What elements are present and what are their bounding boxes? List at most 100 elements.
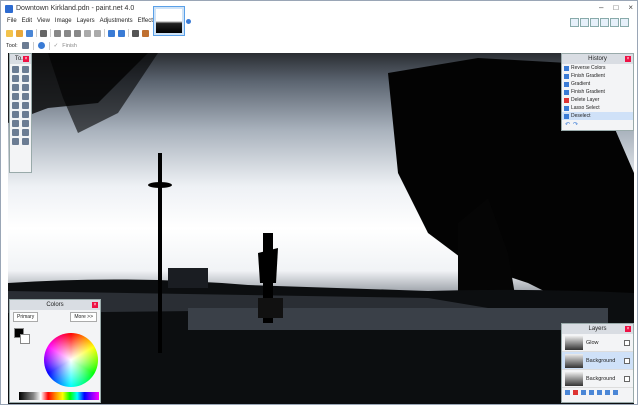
history-panel-title: History — [588, 56, 607, 62]
menu-view[interactable]: View — [37, 18, 50, 24]
layers-close-icon[interactable]: × — [625, 326, 631, 332]
move-selection-icon[interactable] — [21, 75, 29, 82]
undo-icon[interactable] — [108, 29, 115, 37]
color-picker-icon[interactable] — [12, 120, 19, 127]
pencil-icon[interactable] — [21, 111, 29, 118]
magic-wand-icon[interactable] — [12, 93, 19, 100]
colors-toggle-icon[interactable] — [600, 18, 609, 27]
help-icon[interactable] — [620, 18, 629, 27]
secondary-color-swatch[interactable] — [20, 334, 30, 344]
shapes-tool-icon[interactable] — [21, 138, 29, 145]
more-colors-button[interactable]: More >> — [70, 312, 97, 322]
color-palette[interactable] — [19, 392, 99, 400]
menu-edit[interactable]: Edit — [22, 18, 32, 24]
photo-illustration — [8, 53, 634, 404]
eraser-icon[interactable] — [12, 111, 19, 118]
colors-panel: Colors × Primary More >> — [9, 299, 101, 403]
colors-controls: Primary More >> — [10, 310, 100, 324]
redo-history-icon[interactable]: ↷ — [573, 121, 578, 128]
move-tool-icon[interactable] — [21, 66, 29, 73]
color-mode-select[interactable]: Primary — [13, 312, 39, 322]
print-icon[interactable] — [40, 29, 47, 37]
zoom-tool-icon[interactable] — [12, 84, 19, 91]
layers-toggle-icon[interactable] — [590, 18, 599, 27]
recolor-icon[interactable] — [12, 129, 19, 136]
close-icon[interactable]: × — [628, 3, 633, 12]
tools-panel-close-icon[interactable]: × — [23, 56, 29, 62]
menu-image[interactable]: Image — [55, 18, 72, 24]
crop-icon[interactable] — [84, 29, 91, 37]
history-item-selected[interactable]: Deselect — [562, 112, 633, 120]
layer-row[interactable]: Background — [562, 370, 633, 388]
grid-icon[interactable] — [132, 29, 139, 37]
layer-properties-icon[interactable] — [613, 390, 618, 395]
menu-file[interactable]: File — [7, 18, 17, 24]
minimize-icon[interactable]: – — [599, 3, 603, 12]
history-close-icon[interactable]: × — [625, 56, 631, 62]
tab-close-icon[interactable] — [186, 19, 191, 24]
menu-layers[interactable]: Layers — [77, 18, 95, 24]
deselect-icon[interactable] — [94, 29, 101, 37]
layer-row[interactable]: Glow — [562, 334, 633, 352]
redo-icon[interactable] — [118, 29, 125, 37]
text-tool-icon[interactable] — [21, 129, 29, 136]
delete-icon — [564, 97, 569, 103]
app-window: Downtown Kirkland.pdn - paint.net 4.0 – … — [0, 0, 638, 405]
maximize-icon[interactable]: □ — [613, 3, 618, 12]
tools-toggle-icon[interactable] — [570, 18, 579, 27]
layer-visibility-checkbox[interactable] — [624, 339, 630, 346]
color-wheel[interactable] — [44, 333, 98, 387]
gear-icon[interactable] — [37, 42, 45, 49]
paint-bucket-icon[interactable] — [21, 93, 29, 100]
rect-select-tool-icon[interactable] — [12, 66, 19, 73]
layer-visibility-checkbox[interactable] — [624, 357, 630, 364]
move-layer-down-icon[interactable] — [605, 390, 610, 395]
history-panel: History × Reverse Colors Finish Gradient… — [561, 53, 634, 131]
menu-adjustments[interactable]: Adjustments — [100, 18, 133, 24]
colors-close-icon[interactable]: × — [92, 302, 98, 308]
layer-thumbnail — [565, 371, 583, 386]
merge-layer-icon[interactable] — [589, 390, 594, 395]
history-item[interactable]: Finish Gradient — [562, 88, 633, 96]
pan-tool-icon[interactable] — [21, 84, 29, 91]
history-item[interactable]: Reverse Colors — [562, 64, 633, 72]
ruler-icon[interactable] — [142, 29, 149, 37]
move-layer-up-icon[interactable] — [597, 390, 602, 395]
gradient-tool-icon[interactable] — [12, 102, 19, 109]
delete-layer-icon[interactable] — [573, 390, 578, 395]
history-item[interactable]: Finish Gradient — [562, 72, 633, 80]
history-step-icon — [564, 73, 569, 79]
history-list: Reverse Colors Finish Gradient Gradient … — [562, 64, 633, 120]
layer-row-selected[interactable]: Background — [562, 352, 633, 370]
image-canvas[interactable] — [8, 53, 634, 404]
duplicate-layer-icon[interactable] — [581, 390, 586, 395]
paintbrush-icon[interactable] — [21, 102, 29, 109]
open-icon[interactable] — [16, 29, 23, 37]
new-icon[interactable] — [6, 29, 13, 37]
finish-button[interactable]: Finish — [62, 43, 77, 49]
undo-history-icon[interactable]: ↶ — [565, 121, 570, 128]
copy-icon[interactable] — [64, 29, 71, 37]
lasso-tool-icon[interactable] — [12, 75, 19, 82]
history-toggle-icon[interactable] — [580, 18, 589, 27]
add-layer-icon[interactable] — [565, 390, 570, 395]
right-toolbar — [570, 18, 629, 27]
paste-icon[interactable] — [74, 29, 81, 37]
cut-icon[interactable] — [54, 29, 61, 37]
image-tab-thumbnail[interactable] — [153, 6, 185, 36]
history-panel-header: History × — [562, 54, 633, 64]
history-item[interactable]: Lasso Select — [562, 104, 633, 112]
layer-visibility-checkbox[interactable] — [624, 375, 630, 382]
finish-icon[interactable]: ✓ — [54, 43, 59, 49]
history-step-icon — [564, 81, 569, 87]
settings-icon[interactable] — [610, 18, 619, 27]
tool-selector-icon[interactable] — [21, 42, 29, 49]
history-item[interactable]: Delete Layer — [562, 96, 633, 104]
history-item[interactable]: Gradient — [562, 80, 633, 88]
tool-options-bar: Tool: ✓ Finish — [6, 41, 77, 50]
save-icon[interactable] — [26, 29, 33, 37]
clone-stamp-icon[interactable] — [21, 120, 29, 127]
window-title: Downtown Kirkland.pdn - paint.net 4.0 — [16, 5, 135, 12]
line-tool-icon[interactable] — [12, 138, 19, 145]
colors-panel-title: Colors — [46, 302, 64, 308]
